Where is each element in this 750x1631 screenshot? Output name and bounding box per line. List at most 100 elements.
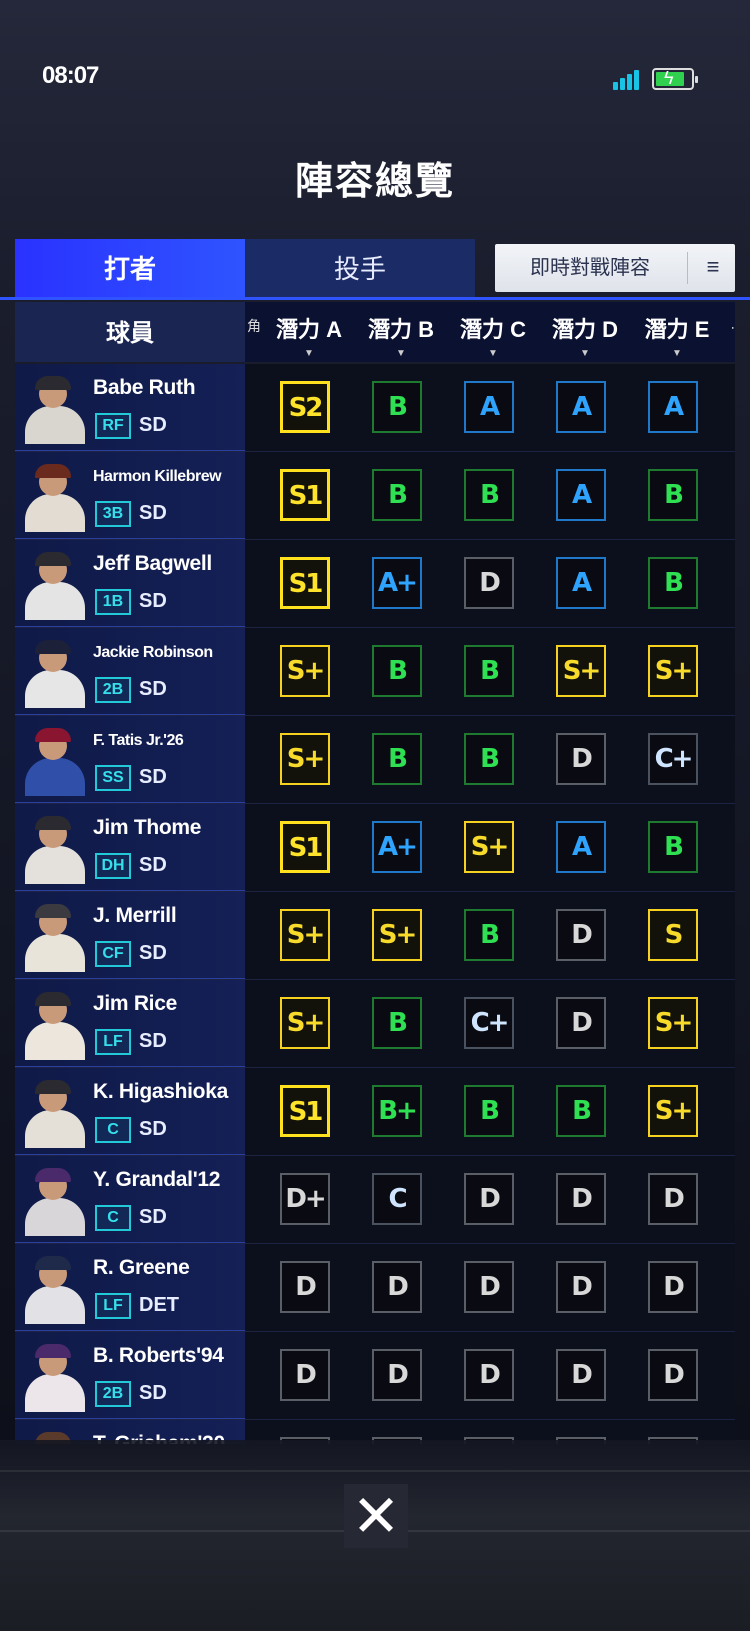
position-badge: LF: [95, 1293, 131, 1319]
grade-badge: B: [648, 821, 698, 873]
live-lineup-label: 即時對戰陣容: [530, 257, 650, 279]
player-name: R. Greene: [93, 1256, 190, 1279]
player-info[interactable]: R. Greene LF DET: [15, 1244, 245, 1331]
grade-badge: S+: [372, 909, 422, 961]
grade-badge: B: [648, 469, 698, 521]
player-photo: [19, 372, 89, 444]
table-row[interactable]: R. Greene LF DET D D D D D: [15, 1244, 735, 1332]
position-badge: 2B: [95, 1381, 131, 1407]
team-label: SD: [139, 1030, 167, 1052]
team-label: SD: [139, 854, 167, 876]
team-label: SD: [139, 502, 167, 524]
grade-badge: B+: [372, 1085, 422, 1137]
position-badge: RF: [95, 413, 131, 439]
player-photo: [19, 1252, 89, 1324]
table-row[interactable]: Jim Rice LF SD S+ B C+ D S+: [15, 980, 735, 1068]
battery-icon: ϟ: [652, 68, 698, 90]
player-info[interactable]: F. Tatis Jr.'26 SS SD: [15, 716, 245, 803]
position-badge: 3B: [95, 501, 131, 527]
table-row[interactable]: F. Tatis Jr.'26 SS SD S+ B B D C+: [15, 716, 735, 804]
col-header-potential-c[interactable]: 潛力 C ▼: [449, 312, 537, 360]
team-label: SD: [139, 1206, 167, 1228]
menu-icon[interactable]: ≡: [695, 244, 731, 290]
player-info[interactable]: B. Roberts'94 2B SD: [15, 1332, 245, 1419]
grade-badge: D: [372, 1349, 422, 1401]
player-photo: [19, 1076, 89, 1148]
tab-batters[interactable]: 打者: [15, 239, 245, 299]
grade-badge: S+: [280, 645, 330, 697]
grade-badge: D: [556, 1173, 606, 1225]
player-photo: [19, 1164, 89, 1236]
grade-badge: C+: [464, 997, 514, 1049]
col-header-potential-e[interactable]: 潛力 E ▼: [633, 312, 721, 360]
grade-badge: S1: [280, 821, 330, 873]
grade-badge: B: [372, 381, 422, 433]
player-photo: [19, 988, 89, 1060]
grade-cells: DDDDD: [245, 1244, 735, 1331]
col-header-potential-d[interactable]: 潛力 D ▼: [541, 312, 629, 360]
player-info[interactable]: Jeff Bagwell 1B SD: [15, 540, 245, 627]
live-lineup-button[interactable]: 即時對戰陣容 ≡: [495, 244, 735, 292]
player-info[interactable]: Jim Thome DH SD: [15, 804, 245, 891]
player-info[interactable]: Jim Rice LF SD: [15, 980, 245, 1067]
grade-badge: S: [648, 909, 698, 961]
clock: 08:07: [42, 62, 99, 89]
divider: [0, 297, 750, 300]
player-info[interactable]: K. Higashioka C SD: [15, 1068, 245, 1155]
grade-badge: D: [556, 1349, 606, 1401]
grade-badge: B: [464, 1085, 514, 1137]
team-label: DET: [139, 1294, 179, 1316]
col-header-potential-a[interactable]: 潛力 A ▼: [265, 312, 353, 360]
player-name: Jackie Robinson: [93, 644, 213, 661]
status-bar: 08:07 ϟ: [0, 0, 750, 150]
grade-badge: D: [648, 1349, 698, 1401]
grade-badge: D: [464, 1261, 514, 1313]
player-info[interactable]: Y. Grandal'12 C SD: [15, 1156, 245, 1243]
grade-cells: DDDDD: [245, 1332, 735, 1419]
team-label: SD: [139, 414, 167, 436]
player-info[interactable]: Harmon Killebrew 3B SD: [15, 452, 245, 539]
table-row[interactable]: Harmon Killebrew 3B SD S1 B B A B: [15, 452, 735, 540]
sort-arrow-icon: ▼: [580, 348, 590, 359]
grade-badge: B: [648, 557, 698, 609]
grade-badge: S1: [280, 1085, 330, 1137]
grade-badge: B: [464, 909, 514, 961]
player-photo: [19, 636, 89, 708]
grade-badge: S+: [280, 909, 330, 961]
grade-badge: B: [372, 733, 422, 785]
sort-arrow-icon: ▼: [396, 348, 406, 359]
grade-cells: S1 B B A B: [245, 452, 735, 539]
close-button[interactable]: ✕: [344, 1484, 408, 1548]
team-label: SD: [139, 1382, 167, 1404]
table-row[interactable]: B. Roberts'94 2B SD D D D D D: [15, 1332, 735, 1420]
player-info[interactable]: J. Merrill CF SD: [15, 892, 245, 979]
team-label: SD: [139, 942, 167, 964]
grade-badge: D: [648, 1173, 698, 1225]
player-name: Jim Thome: [93, 816, 202, 839]
col-header-potential-b[interactable]: 潛力 B ▼: [357, 312, 445, 360]
tab-pitchers[interactable]: 投手: [245, 239, 475, 299]
player-info[interactable]: Jackie Robinson 2B SD: [15, 628, 245, 715]
table-row[interactable]: Babe Ruth RF SD S2 B A A A: [15, 364, 735, 452]
grade-cells: S1 A+ S+ A B: [245, 804, 735, 891]
grade-badge: B: [464, 469, 514, 521]
grade-badge: D: [648, 1261, 698, 1313]
table-row[interactable]: Y. Grandal'12 C SD D+ C D D D: [15, 1156, 735, 1244]
grade-badge: B: [372, 469, 422, 521]
grade-badge: C: [372, 1173, 422, 1225]
table-row[interactable]: K. Higashioka C SD S1 B+ B B S+: [15, 1068, 735, 1156]
player-info[interactable]: Babe Ruth RF SD: [15, 364, 245, 451]
potential-headers: 角 潛力 A ▼ 潛力 B ▼ 潛力 C ▼ 潛力 D ▼ 潛力 E ▼ ‧: [245, 302, 735, 362]
player-photo: [19, 1340, 89, 1412]
grade-badge: A+: [372, 557, 422, 609]
grade-badge: A: [556, 381, 606, 433]
table-row[interactable]: J. Merrill CF SD S+ S+ B D S: [15, 892, 735, 980]
grade-badge: D: [464, 557, 514, 609]
position-badge: 2B: [95, 677, 131, 703]
table-row[interactable]: Jackie Robinson 2B SD S+ B B S+ S+: [15, 628, 735, 716]
player-list[interactable]: Babe Ruth RF SD S2 B A A A Harmon Killebrew 3B SD S…: [15, 364, 735, 1444]
grade-cells: S+ S+ B D S: [245, 892, 735, 979]
grade-cells: S+ B B S+ S+: [245, 628, 735, 715]
table-row[interactable]: Jim Thome DH SD S1 A+ S+ A B: [15, 804, 735, 892]
table-row[interactable]: Jeff Bagwell 1B SD S1 A+ D A B: [15, 540, 735, 628]
